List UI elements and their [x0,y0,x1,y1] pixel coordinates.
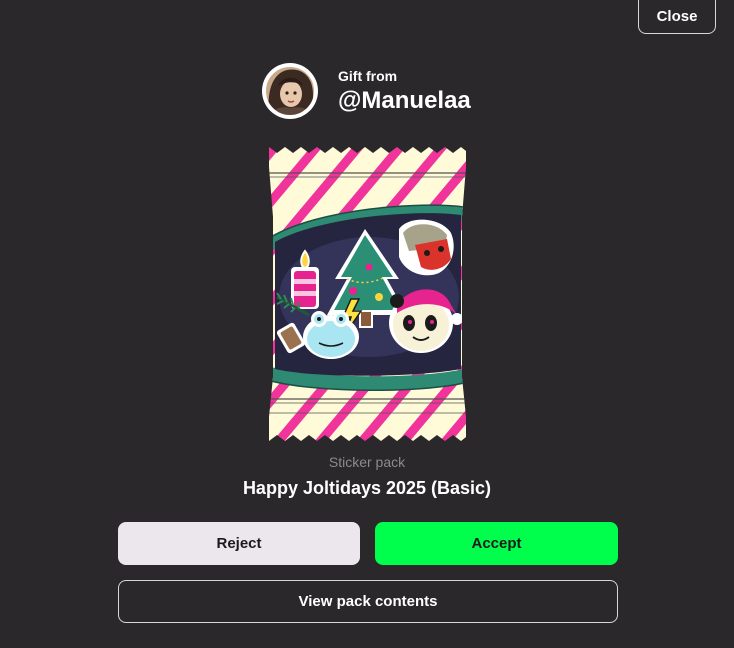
close-button[interactable]: Close [638,0,716,34]
accept-button[interactable]: Accept [375,522,618,565]
gift-modal: Close Gift from @Manuelaa Sticker pack H… [0,0,734,648]
avatar [262,63,318,119]
avatar-image [264,65,316,117]
view-pack-contents-button[interactable]: View pack contents [118,580,618,623]
gift-text: Gift from @Manuelaa [338,67,471,116]
pack-name: Happy Joltidays 2025 (Basic) [242,478,492,498]
reject-button[interactable]: Reject [118,522,360,565]
gift-sender-username: @Manuelaa [338,86,471,114]
red-mask-sticker [399,219,454,276]
gift-header: Gift from @Manuelaa [262,62,471,120]
sticker-pack-image[interactable] [269,147,466,441]
pack-type-label: Sticker pack [328,454,406,470]
gift-from-label: Gift from [338,67,398,84]
